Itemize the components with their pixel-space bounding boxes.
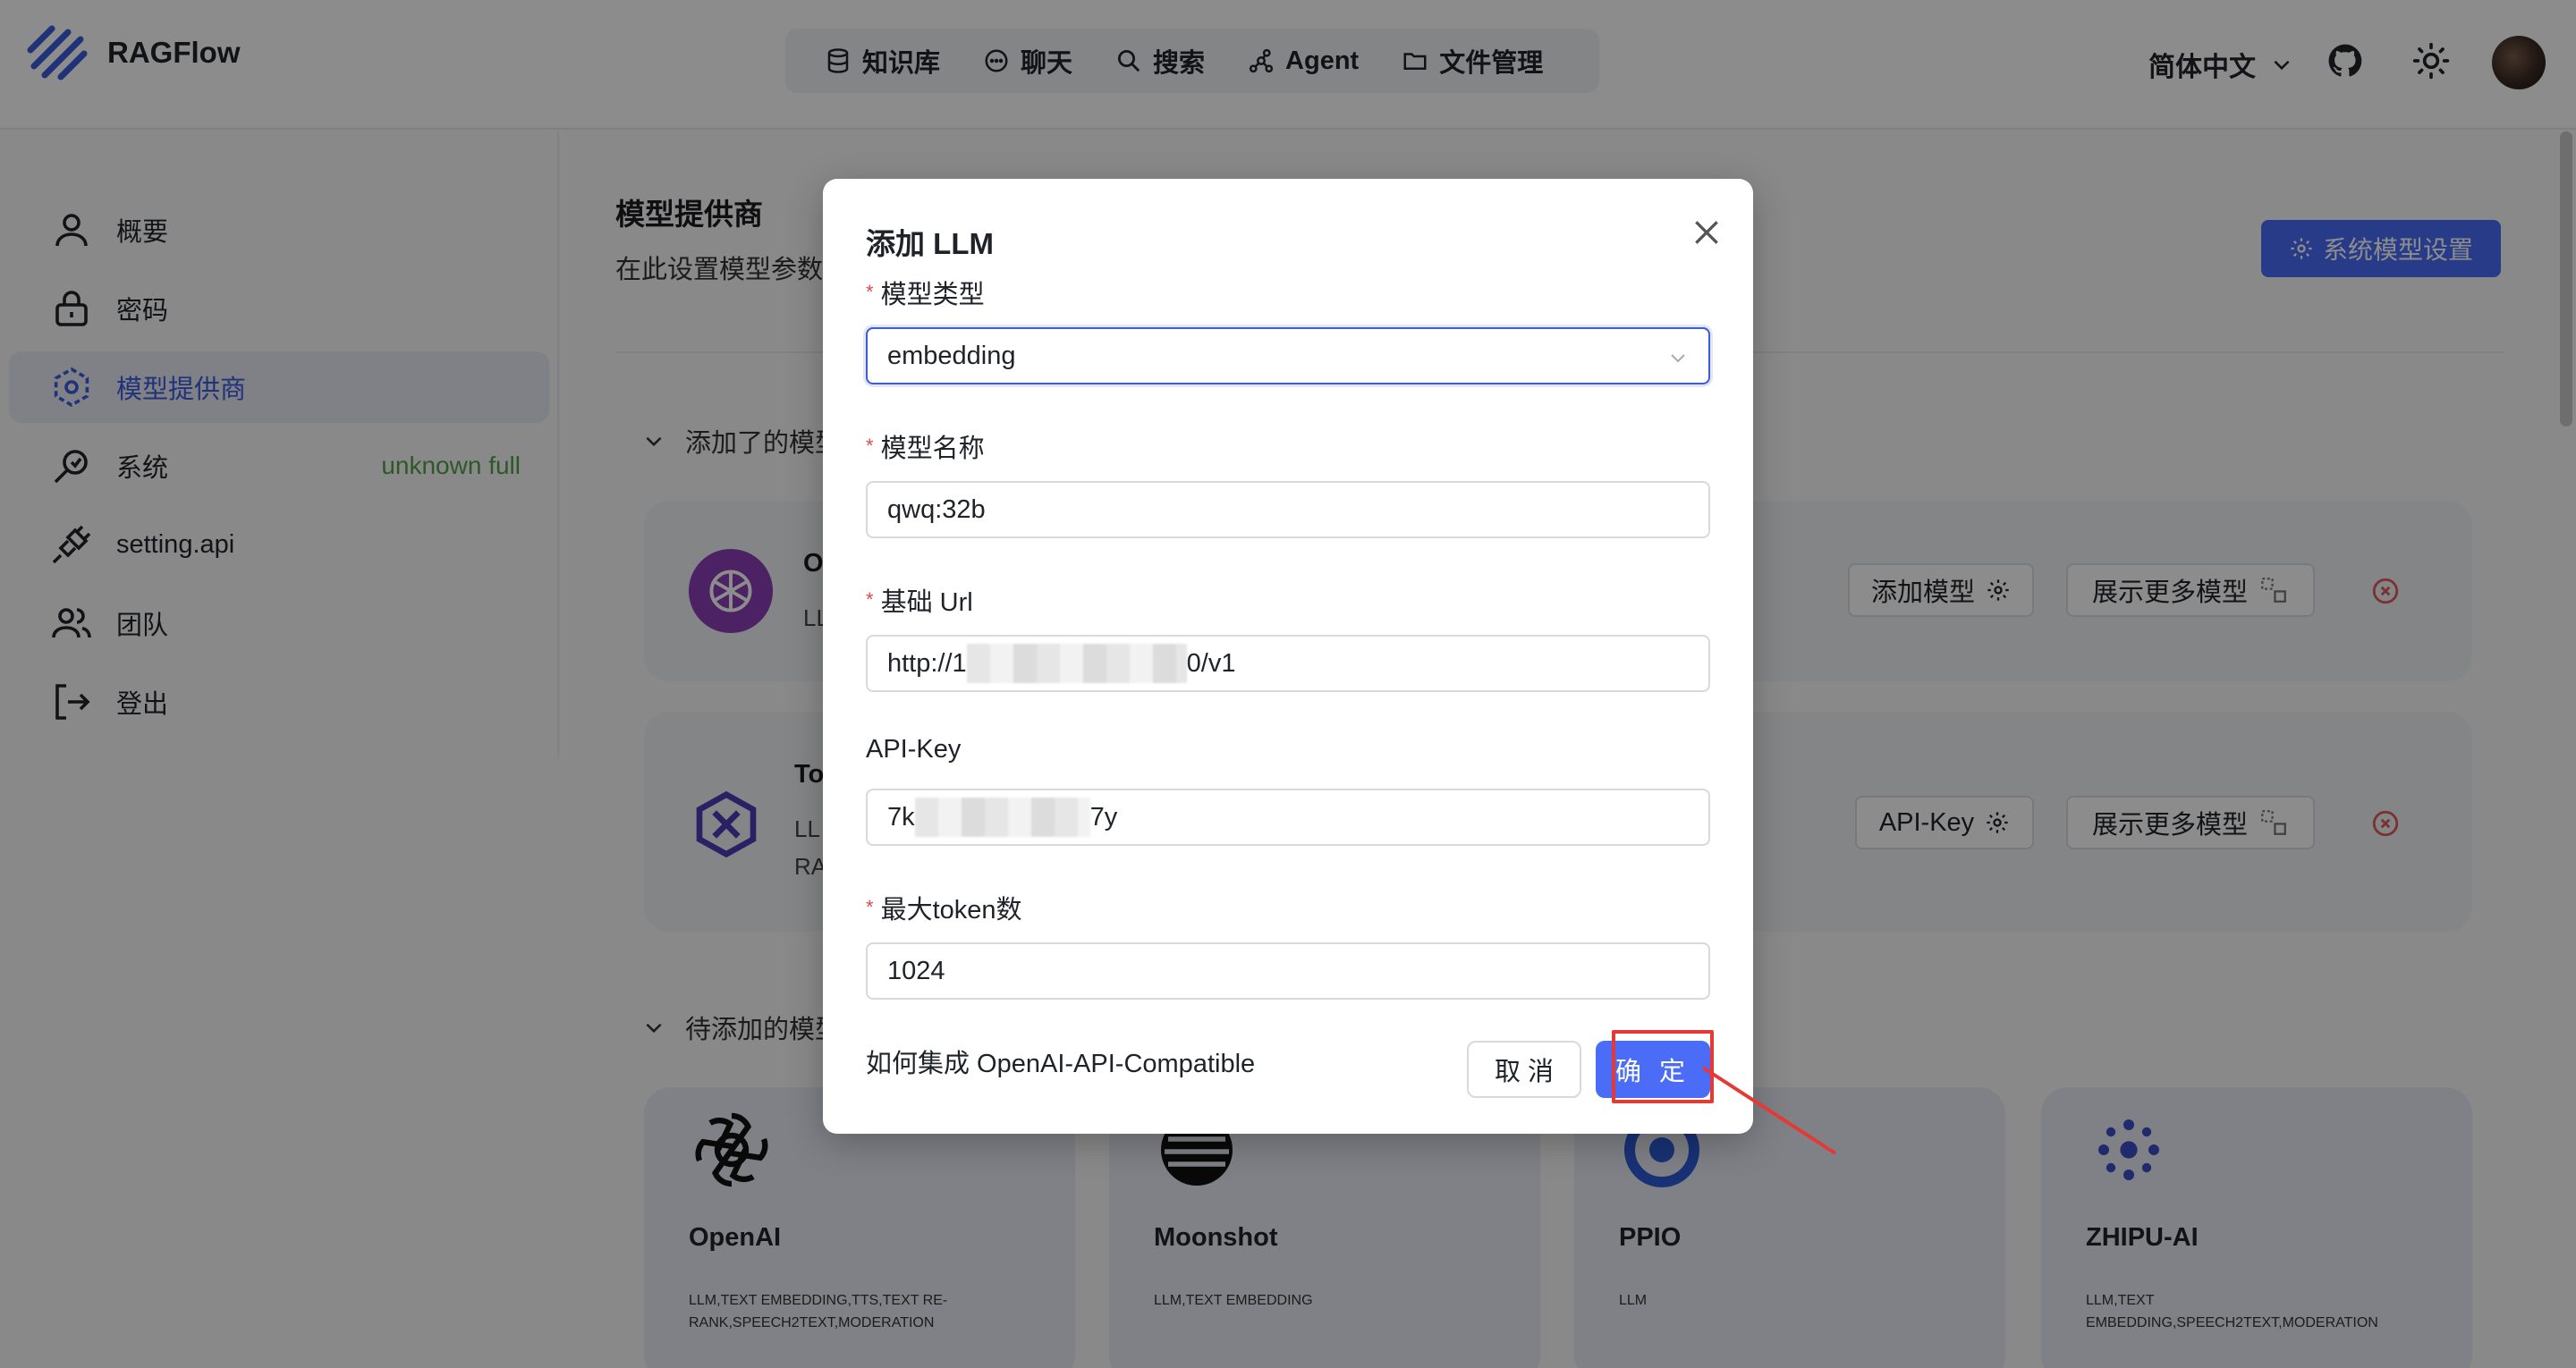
input-value-suffix: 7y xyxy=(1089,802,1118,832)
field-label: 基础 Url xyxy=(880,588,973,617)
model-type-label: * 模型类型 xyxy=(866,274,985,311)
required-mark: * xyxy=(866,588,874,611)
cancel-button[interactable]: 取 消 xyxy=(1467,1041,1581,1098)
input-value: 1024 xyxy=(887,956,945,985)
max-tokens-input[interactable]: 1024 xyxy=(866,942,1710,1000)
model-type-select[interactable]: embedding xyxy=(866,327,1710,384)
required-mark: * xyxy=(866,896,874,918)
field-label: 最大token数 xyxy=(880,896,1022,925)
field-label: 模型类型 xyxy=(880,281,985,309)
max-tokens-label: * 最大token数 xyxy=(866,889,1022,926)
input-value: qwq:32b xyxy=(887,494,986,524)
highlight-box xyxy=(1612,1030,1714,1103)
annotation-arrow-icon xyxy=(1701,1066,1837,1155)
select-value: embedding xyxy=(887,341,1016,370)
redacted-text xyxy=(914,798,1090,837)
field-label: API-Key xyxy=(866,735,962,764)
redacted-text xyxy=(966,644,1187,683)
input-value-prefix: 7k xyxy=(887,802,915,832)
input-value-suffix: 0/v1 xyxy=(1186,648,1236,678)
base-url-label: * 基础 Url xyxy=(866,581,973,619)
integration-help-link[interactable]: 如何集成 OpenAI-API-Compatible xyxy=(866,1043,1255,1080)
required-mark: * xyxy=(866,435,874,457)
base-url-input[interactable]: http://1 0/v1 xyxy=(866,635,1710,692)
model-name-label: * 模型名称 xyxy=(866,427,985,465)
field-label: 模型名称 xyxy=(880,435,985,463)
api-key-label: API-Key xyxy=(866,735,961,764)
api-key-input[interactable]: 7k 7y xyxy=(866,789,1710,846)
chevron-down-icon xyxy=(1671,354,1685,363)
required-mark: * xyxy=(866,281,874,303)
input-value-prefix: http://1 xyxy=(887,648,967,678)
model-name-input[interactable]: qwq:32b xyxy=(866,481,1710,538)
close-icon[interactable] xyxy=(1689,215,1724,250)
dialog-title: 添加 LLM xyxy=(866,227,994,260)
add-llm-dialog: 添加 LLM * 模型类型 embedding * 模型名称 qwq:32b *… xyxy=(823,179,1753,1134)
